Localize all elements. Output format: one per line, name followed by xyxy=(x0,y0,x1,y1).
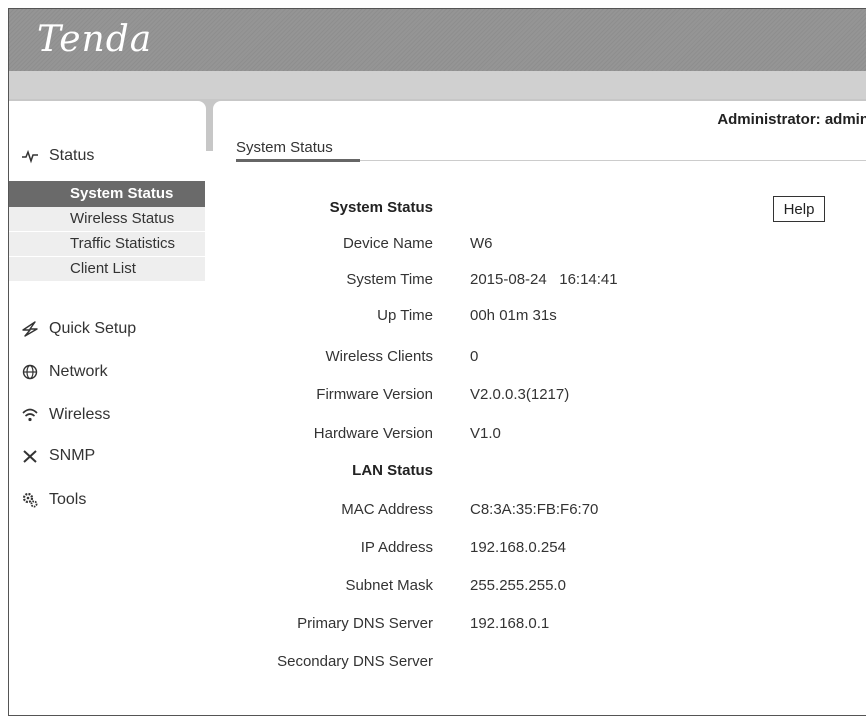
sidebar-item-label: Network xyxy=(49,363,108,380)
table-row: Firmware Version V2.0.0.3(1217) xyxy=(213,386,866,410)
field-label: Primary DNS Server xyxy=(297,615,433,632)
table-row: Secondary DNS Server xyxy=(213,653,866,677)
sidebar: Status System Status Wireless Status Tra… xyxy=(9,101,206,715)
field-value: 00h 01m 31s xyxy=(470,307,557,324)
sidebar-subitem-traffic-statistics[interactable]: Traffic Statistics xyxy=(9,232,205,256)
field-value: W6 xyxy=(470,235,493,252)
pulse-icon xyxy=(19,146,41,166)
sidebar-item-status[interactable]: Status xyxy=(19,146,94,166)
table-row: Subnet Mask 255.255.255.0 xyxy=(213,577,866,601)
field-value: 192.168.0.254 xyxy=(470,539,566,556)
field-value: 0 xyxy=(470,348,479,365)
field-value: 192.168.0.1 xyxy=(470,615,550,632)
field-value: V2.0.0.3(1217) xyxy=(470,386,570,403)
page-title: System Status xyxy=(236,139,333,156)
field-label: MAC Address xyxy=(341,501,433,518)
wifi-icon xyxy=(19,405,41,425)
sidebar-item-label: Tools xyxy=(49,491,87,508)
sidebar-item-network[interactable]: Network xyxy=(19,362,108,382)
table-row: System Time 2015-08-24 16:14:41 xyxy=(213,271,866,295)
router-admin-window: Tenda Status System Status Wireless Stat… xyxy=(8,8,866,716)
wand-icon xyxy=(19,319,41,339)
table-row: MAC Address C8:3A:35:FB:F6:70 xyxy=(213,501,866,525)
sidebar-subitem-system-status[interactable]: System Status xyxy=(9,181,205,207)
sidebar-item-wireless[interactable]: Wireless xyxy=(19,405,110,425)
field-label: Hardware Version xyxy=(313,425,433,442)
sidebar-item-label: SNMP xyxy=(49,447,96,464)
globe-icon xyxy=(19,362,41,382)
field-value: 2015-08-24 16:14:41 xyxy=(470,271,618,288)
field-value: C8:3A:35:FB:F6:70 xyxy=(470,501,599,518)
section-heading: LAN Status xyxy=(352,462,433,479)
tools-cross-icon xyxy=(19,446,41,466)
field-label: Wireless Clients xyxy=(325,348,433,365)
main-panel: Administrator: admin System Status Help … xyxy=(213,101,866,715)
tenda-logo: Tenda xyxy=(37,19,153,60)
sidebar-item-quick-setup[interactable]: Quick Setup xyxy=(19,319,136,339)
sidebar-item-label: Status xyxy=(49,147,95,164)
field-label: Secondary DNS Server xyxy=(277,653,433,670)
sidebar-subitem-client-list[interactable]: Client List xyxy=(9,257,205,281)
table-row: Hardware Version V1.0 xyxy=(213,425,866,449)
sidebar-item-snmp[interactable]: SNMP xyxy=(19,446,95,466)
table-row: Wireless Clients 0 xyxy=(213,348,866,372)
sidebar-item-label: Quick Setup xyxy=(49,320,137,337)
system-status-heading: System Status xyxy=(213,199,866,223)
field-label: IP Address xyxy=(360,539,433,556)
title-underline xyxy=(236,159,360,162)
lan-status-heading: LAN Status xyxy=(213,462,866,486)
administrator-label: Administrator: admin xyxy=(717,111,866,128)
field-label: Firmware Version xyxy=(316,386,433,403)
field-label: Up Time xyxy=(377,307,433,324)
table-row: Primary DNS Server 192.168.0.1 xyxy=(213,615,866,639)
field-value: 255.255.255.0 xyxy=(470,577,566,594)
table-row: IP Address 192.168.0.254 xyxy=(213,539,866,563)
top-header: Tenda xyxy=(9,9,866,71)
section-heading: System Status xyxy=(329,199,433,216)
field-value: V1.0 xyxy=(470,425,501,442)
sidebar-item-label: Wireless xyxy=(49,406,111,423)
field-label: System Time xyxy=(346,271,433,288)
gears-icon xyxy=(19,490,41,510)
field-label: Device Name xyxy=(342,235,433,252)
sidebar-subitem-wireless-status[interactable]: Wireless Status xyxy=(9,207,205,231)
sidebar-item-tools[interactable]: Tools xyxy=(19,490,86,510)
table-row: Device Name W6 xyxy=(213,235,866,259)
table-row: Up Time 00h 01m 31s xyxy=(213,307,866,331)
field-label: Subnet Mask xyxy=(345,577,433,594)
